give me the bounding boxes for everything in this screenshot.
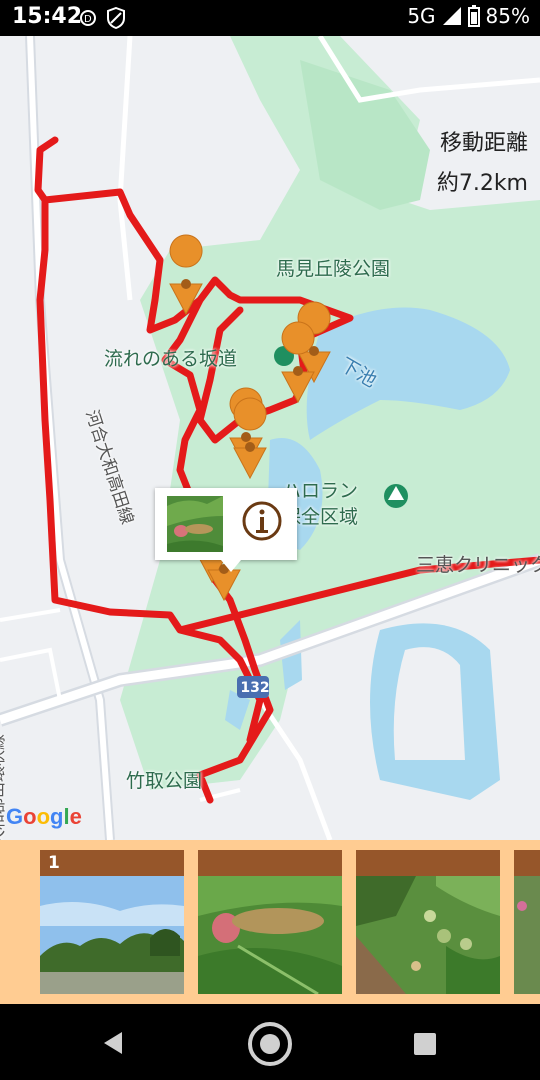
battery-icon	[467, 5, 480, 27]
home-icon[interactable]	[247, 1021, 293, 1067]
battery-percent: 85%	[485, 4, 530, 28]
photo-card-header: 1	[40, 850, 184, 876]
distance-display: 移動距離 約7.2km	[437, 124, 528, 204]
network-label: 5G	[407, 4, 436, 28]
shield-icon	[107, 7, 125, 29]
partial-photo[interactable]	[514, 876, 540, 994]
distance-value: 約7.2km	[436, 171, 528, 196]
park-name-label: 馬見丘陵公園	[276, 258, 391, 280]
photo-card-header	[356, 850, 500, 876]
photo-card[interactable]	[514, 850, 540, 994]
sync-icon: D	[80, 10, 96, 26]
photo-info-popup[interactable]	[155, 488, 297, 572]
photo-card-badge: 1	[48, 853, 60, 873]
clinic-label: 三恵クリニック	[416, 554, 540, 576]
taketori-park-label: 竹取公園	[126, 770, 203, 792]
status-bar: 15:42 D 5G 85%	[0, 0, 540, 36]
magnolia-plant-photo[interactable]	[356, 876, 500, 994]
photo-card[interactable]	[356, 850, 500, 994]
marker-1	[169, 234, 203, 316]
status-time: 15:42	[12, 4, 83, 29]
google-attribution: Google	[6, 804, 82, 829]
popup-thumbnail[interactable]	[167, 496, 223, 552]
svg-text:D: D	[84, 14, 92, 25]
park-tree-sky-photo[interactable]	[40, 876, 184, 994]
photo-card[interactable]: 1	[40, 850, 184, 994]
map-view[interactable]: 132 馬見丘陵公園 流れのある坂道 下池 河合大和高田線 ハロラン 保全区域 …	[0, 36, 540, 840]
info-icon[interactable]	[241, 500, 283, 542]
magnolia-fruit-photo[interactable]	[198, 876, 342, 994]
back-icon[interactable]	[100, 1030, 126, 1056]
photo-strip[interactable]: 1	[0, 840, 540, 1004]
slope-path-label: 流れのある坂道	[104, 348, 238, 370]
photo-card-header	[198, 850, 342, 876]
photo-card-header	[514, 850, 540, 876]
navigation-bar	[0, 1004, 540, 1080]
recents-icon[interactable]	[414, 1033, 436, 1055]
distance-label: 移動距離	[439, 131, 528, 156]
photo-card[interactable]	[198, 850, 342, 994]
signal-icon	[442, 7, 461, 25]
